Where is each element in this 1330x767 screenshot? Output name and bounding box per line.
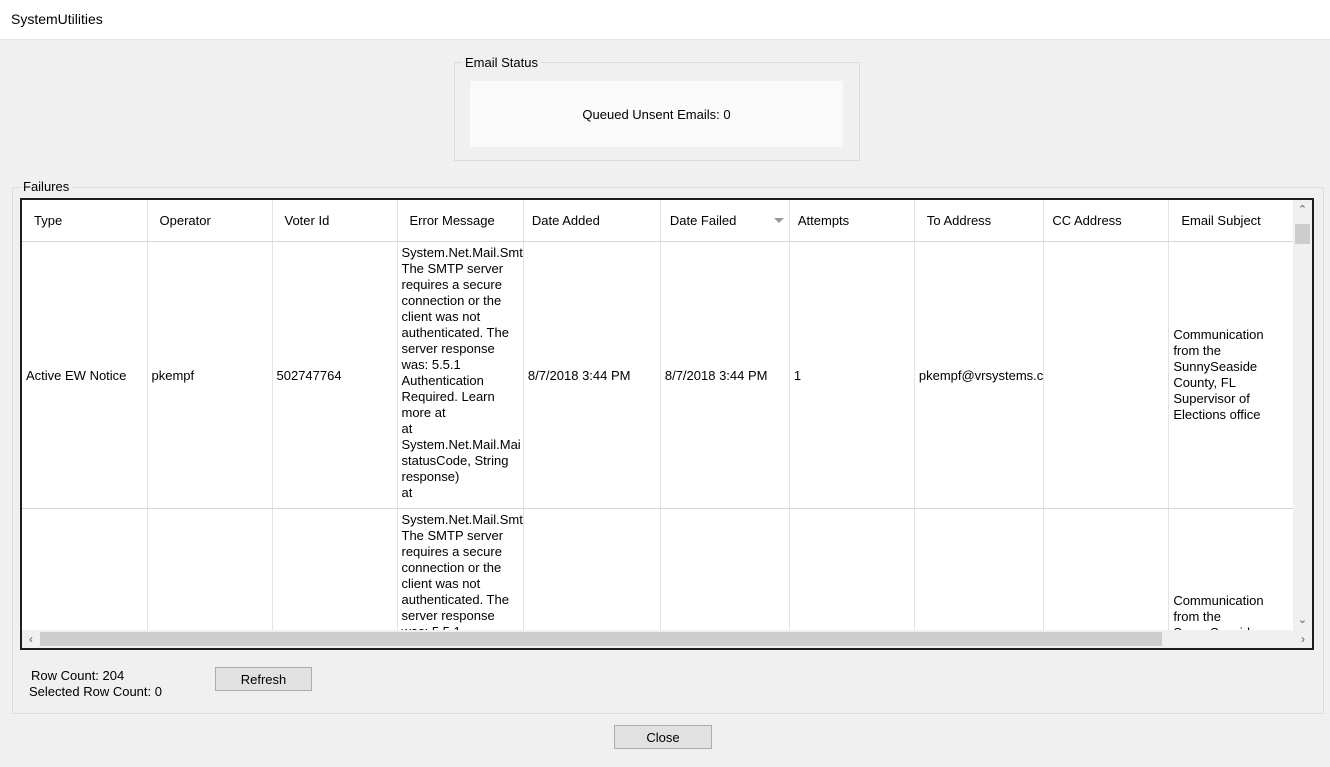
cell-operator[interactable]: pkempf bbox=[147, 241, 273, 509]
cell-type[interactable]: Active EW Notice bbox=[22, 241, 148, 509]
column-header-attempts[interactable]: Attempts bbox=[789, 200, 915, 242]
email-status-panel: Queued Unsent Emails: 0 bbox=[470, 81, 843, 147]
failures-table: Type Operator Voter Id Error Message Dat… bbox=[22, 200, 1295, 630]
cell-attempts[interactable] bbox=[789, 508, 915, 630]
horizontal-scroll-thumb[interactable] bbox=[40, 632, 1162, 646]
title-bar: SystemUtilities bbox=[0, 0, 1330, 40]
column-header-voter-id[interactable]: Voter Id bbox=[272, 200, 398, 242]
scroll-right-icon[interactable]: › bbox=[1294, 630, 1312, 648]
cell-type[interactable]: Election Worker bbox=[22, 508, 148, 630]
cell-email-subject[interactable]: Communication from the SunnySeaside Coun… bbox=[1168, 241, 1295, 509]
failures-label: Failures bbox=[20, 179, 73, 194]
column-header-cc-address[interactable]: CC Address bbox=[1043, 200, 1170, 242]
cell-attempts[interactable]: 1 bbox=[789, 241, 915, 509]
window-title: SystemUtilities bbox=[11, 11, 103, 27]
cell-error-message[interactable]: System.Net.Mail.Smt The SMTP server requ… bbox=[397, 241, 524, 509]
scroll-down-icon[interactable]: ⌄ bbox=[1293, 610, 1312, 630]
failures-grid[interactable]: Type Operator Voter Id Error Message Dat… bbox=[20, 198, 1314, 650]
column-header-email-subject[interactable]: Email Subject bbox=[1168, 200, 1295, 242]
cell-to-address[interactable] bbox=[914, 508, 1045, 630]
cell-date-failed[interactable] bbox=[660, 508, 790, 630]
row-count-text: Row Count: 204 bbox=[31, 668, 125, 683]
cell-email-subject[interactable]: Communication from the SunnySeaside bbox=[1168, 508, 1295, 630]
scroll-up-icon[interactable]: ⌃ bbox=[1293, 200, 1312, 220]
scroll-left-icon[interactable]: ‹ bbox=[22, 630, 40, 648]
cell-error-message[interactable]: System.Net.Mail.Smt The SMTP server requ… bbox=[397, 508, 524, 630]
email-status-label: Email Status bbox=[462, 55, 541, 70]
header-row: Type Operator Voter Id Error Message Dat… bbox=[22, 200, 1295, 242]
column-header-operator[interactable]: Operator bbox=[147, 200, 273, 242]
cell-cc-address[interactable] bbox=[1043, 241, 1170, 509]
close-button[interactable]: Close bbox=[614, 725, 712, 749]
table-row[interactable]: Active EW Notice pkempf 502747764 System… bbox=[22, 241, 1295, 509]
sort-descending-icon bbox=[773, 218, 784, 223]
cell-date-added[interactable]: 8/7/2018 3:44 PM bbox=[523, 241, 661, 509]
column-header-date-failed[interactable]: Date Failed bbox=[660, 200, 790, 242]
refresh-button[interactable]: Refresh bbox=[215, 667, 312, 691]
cell-voter-id[interactable]: 502747764 bbox=[272, 241, 398, 509]
column-header-type[interactable]: Type bbox=[22, 200, 148, 242]
cell-voter-id[interactable] bbox=[272, 508, 398, 630]
horizontal-scrollbar[interactable]: ‹ › bbox=[22, 630, 1312, 648]
table-row[interactable]: Election Worker System.Net.Mail.Smt The … bbox=[22, 508, 1295, 630]
cell-to-address[interactable]: pkempf@vrsystems.c bbox=[914, 241, 1045, 509]
vertical-scrollbar[interactable]: ⌃ ⌄ bbox=[1293, 200, 1312, 630]
cell-cc-address[interactable] bbox=[1043, 508, 1170, 630]
cell-date-added[interactable] bbox=[523, 508, 661, 630]
row-count-area: Row Count: 204 Selected Row Count: 0 bbox=[29, 668, 162, 700]
cell-operator[interactable] bbox=[147, 508, 273, 630]
cell-date-failed[interactable]: 8/7/2018 3:44 PM bbox=[660, 241, 790, 509]
column-header-date-added[interactable]: Date Added bbox=[523, 200, 661, 242]
queued-emails-text: Queued Unsent Emails: 0 bbox=[582, 106, 731, 122]
column-header-error-message[interactable]: Error Message bbox=[397, 200, 524, 242]
column-header-to-address[interactable]: To Address bbox=[914, 200, 1045, 242]
selected-row-count-text: Selected Row Count: 0 bbox=[29, 684, 162, 699]
vertical-scroll-thumb[interactable] bbox=[1295, 224, 1310, 244]
